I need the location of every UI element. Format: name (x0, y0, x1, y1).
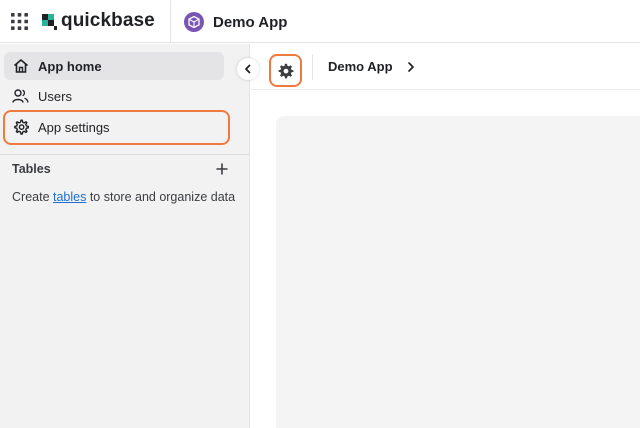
app-name: Demo App (213, 13, 288, 31)
quickbase-logo[interactable]: quickbase (42, 11, 155, 31)
chevron-left-icon (245, 64, 251, 74)
breadcrumb-app[interactable]: Demo App (328, 59, 393, 74)
plus-icon (216, 163, 228, 175)
header-divider (170, 0, 171, 43)
chevron-right-icon[interactable] (405, 60, 417, 74)
users-icon (12, 88, 29, 105)
header-divider (312, 54, 313, 80)
sidebar-item-users[interactable]: Users (4, 82, 224, 110)
top-header: quickbase Demo App (0, 0, 640, 43)
app-switcher[interactable]: Demo App (184, 11, 287, 33)
app-page-header: Demo App (251, 44, 640, 90)
collapse-sidebar-button[interactable] (237, 58, 259, 80)
home-icon (12, 58, 29, 75)
tables-heading: Tables (12, 162, 51, 176)
tables-empty-hint: Create tables to store and organize data (12, 190, 236, 204)
content-panel (276, 116, 640, 428)
sidebar-divider (0, 154, 249, 155)
sidebar-item-label: Users (38, 88, 72, 104)
sidebar-item-app-settings[interactable]: App settings (4, 113, 224, 141)
grid-icon[interactable] (11, 13, 28, 30)
sidebar-item-label: App home (38, 58, 102, 74)
gear-icon (278, 63, 293, 78)
tables-link[interactable]: tables (53, 190, 86, 204)
sidebar: App home Users App settings Tables Creat… (0, 44, 250, 428)
hexagon-app-icon (184, 12, 204, 32)
app-settings-gear-button[interactable] (269, 54, 302, 87)
sidebar-item-app-home[interactable]: App home (4, 52, 224, 80)
brand-name: quickbase (61, 10, 155, 31)
sidebar-item-label: App settings (38, 119, 110, 135)
add-table-button[interactable] (213, 160, 231, 178)
gear-icon (12, 119, 29, 136)
quickbase-logo-icon (42, 14, 57, 30)
